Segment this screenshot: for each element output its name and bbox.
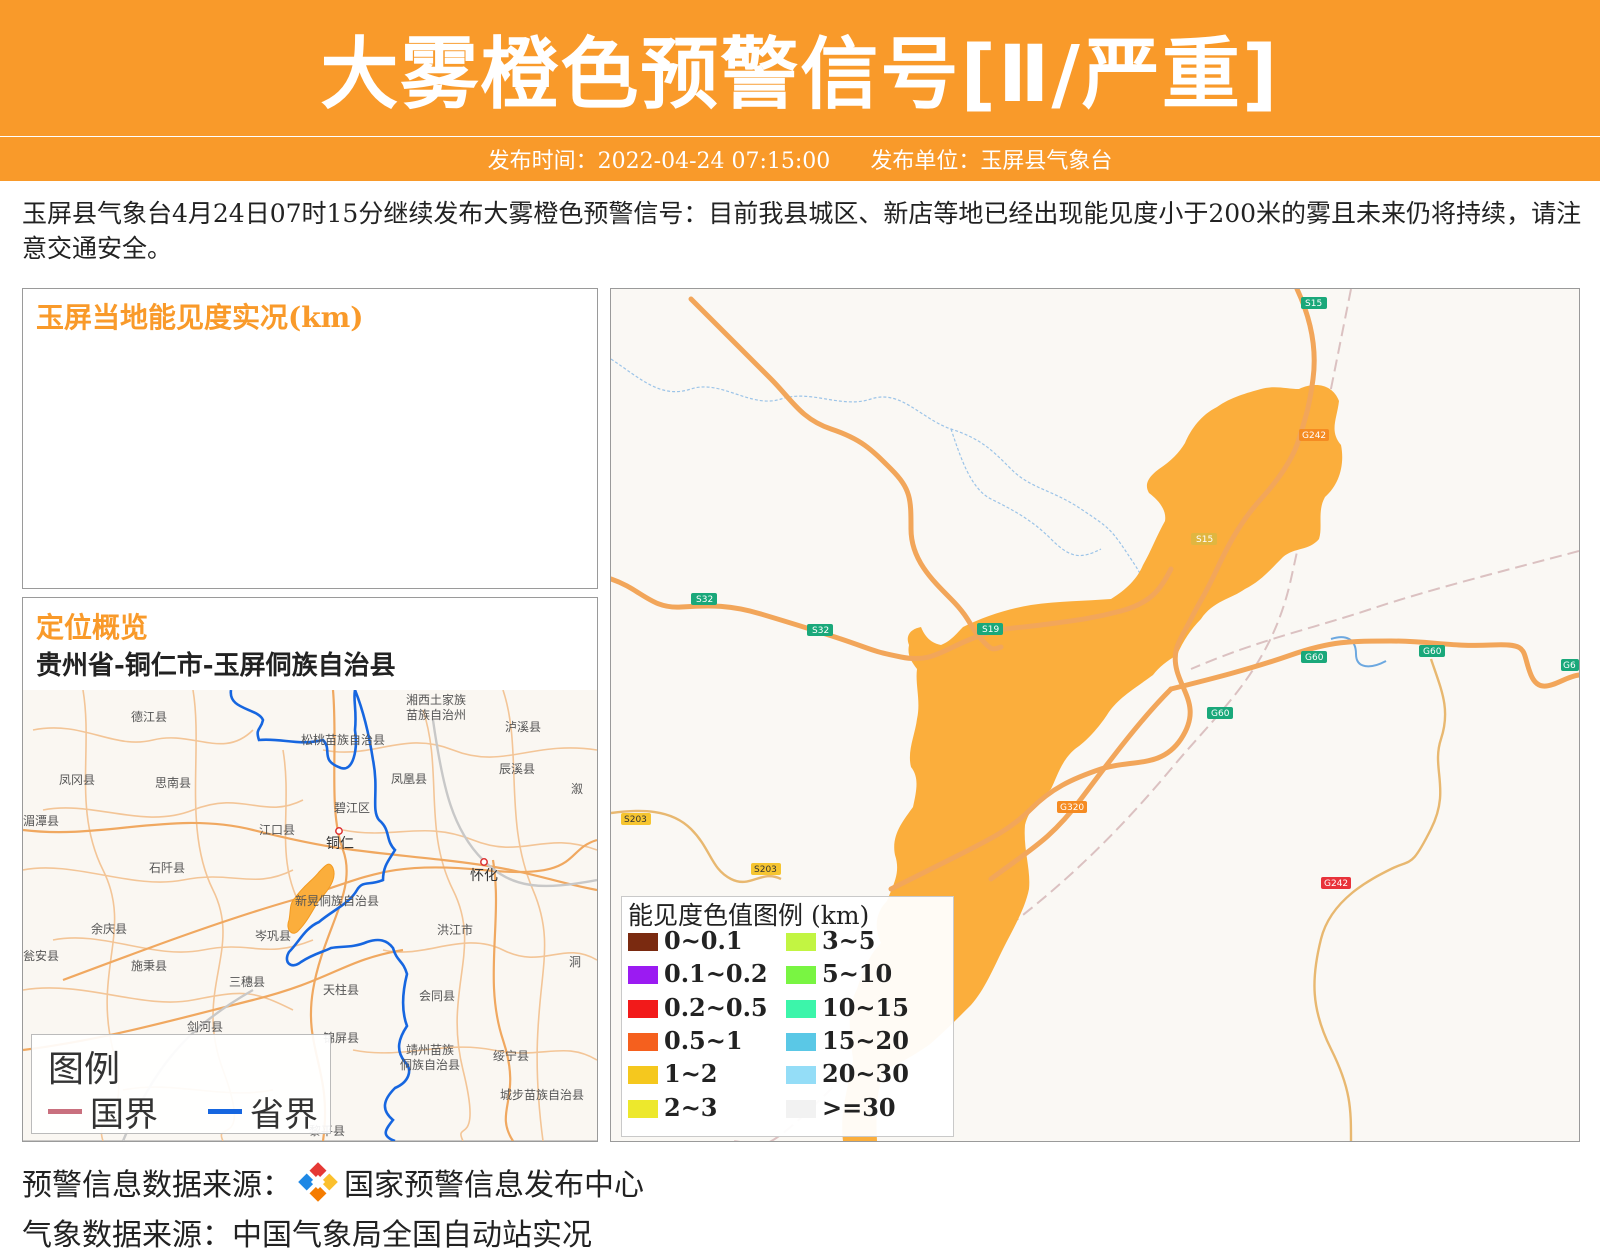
legend-label: 0.5~1 xyxy=(664,1025,743,1055)
tongren-city-marker[interactable] xyxy=(335,827,343,835)
label-cengong: 岑巩县 xyxy=(255,929,291,943)
legend-label: 5~10 xyxy=(822,959,893,989)
label-chengbu: 城步苗族自治县 xyxy=(500,1088,584,1102)
legend-swatch xyxy=(786,933,816,951)
provincial-border-label: 省界 xyxy=(250,1095,318,1135)
shield-s15-mid: S15 xyxy=(1196,535,1213,545)
shield-g60-a: G60 xyxy=(1305,653,1324,663)
warning-title: 大雾橙色预警信号[Ⅱ/严重] xyxy=(320,30,1280,120)
location-name: 贵州省-铜仁市-玉屏侗族自治县 xyxy=(36,651,396,681)
label-fenggang: 凤冈县 xyxy=(59,773,95,787)
shield-s15-top: S15 xyxy=(1305,299,1322,309)
publish-info-bar: 发布时间：2022-04-24 07:15:00 发布单位：玉屏县气象台 xyxy=(0,137,1600,181)
legend-swatch xyxy=(628,1032,658,1051)
warning-source-label: 预警信息数据来源： xyxy=(22,1168,292,1203)
label-huaihua: 怀化 xyxy=(470,868,498,884)
warning-description: 玉屏县气象台4月24日07时15分继续发布大雾橙色预警信号：目前我县城区、新店等… xyxy=(22,199,1582,263)
legend-swatch xyxy=(628,1066,658,1085)
legend-swatch xyxy=(628,999,658,1018)
shield-s203-a: S203 xyxy=(624,815,647,825)
header-banner: 大雾橙色预警信号[Ⅱ/严重] xyxy=(0,0,1600,136)
legend-swatch xyxy=(786,1099,816,1118)
label-tongren: 铜仁 xyxy=(326,836,354,852)
legend-swatch xyxy=(786,999,816,1018)
legend-label: 3~5 xyxy=(822,926,876,955)
legend-swatch xyxy=(628,1099,658,1118)
shield-s19: S19 xyxy=(982,625,999,635)
label-dejiang: 德江县 xyxy=(131,709,167,724)
legend-label: 15~20 xyxy=(822,1025,909,1055)
map-legend-title: 图例 xyxy=(48,1049,121,1090)
label-songtao: 松桃苗族自治县 xyxy=(301,732,385,747)
legend-label: >=30 xyxy=(822,1092,896,1122)
legend-swatch xyxy=(628,966,658,985)
label-dong: 洞 xyxy=(569,955,581,969)
legend-label: 1~2 xyxy=(664,1059,718,1089)
legend-label: 0.2~0.5 xyxy=(664,992,768,1022)
warning-center-logo-icon xyxy=(298,1162,338,1202)
label-tianzhu: 天柱县 xyxy=(323,982,359,997)
label-xiangxi: 湘西土家族 xyxy=(406,692,466,707)
national-border-label: 国界 xyxy=(90,1095,158,1135)
weather-source: 气象数据来源：中国气象局全国自动站实况 xyxy=(22,1218,592,1253)
label-shibing: 施秉县 xyxy=(131,959,167,973)
huaihua-city-marker[interactable] xyxy=(480,858,488,866)
legend-label: 0~0.1 xyxy=(664,926,743,955)
legend-swatch xyxy=(786,1032,816,1051)
label-jingzhou-2: 侗族自治县 xyxy=(400,1058,460,1072)
shield-g60-c: G60 xyxy=(1211,709,1230,719)
publish-time: 发布时间：2022-04-24 07:15:00 xyxy=(487,149,831,174)
label-sinan: 思南县 xyxy=(155,775,191,790)
label-yuqing: 余庆县 xyxy=(91,921,127,936)
label-chenxi: 辰溪县 xyxy=(499,762,535,776)
label-huitong: 会同县 xyxy=(419,989,455,1003)
label-jianhe: 剑河县 xyxy=(187,1019,223,1034)
legend-swatch xyxy=(786,966,816,985)
label-shiqian: 石阡县 xyxy=(149,860,185,875)
legend-swatch xyxy=(786,1066,816,1085)
label-meitan: 湄潭县 xyxy=(23,814,59,828)
shield-g6-edge: G6 xyxy=(1563,661,1576,671)
legend-label: 2~3 xyxy=(664,1092,718,1122)
legend-label: 0.1~0.2 xyxy=(664,959,768,989)
label-bijiang: 碧江区 xyxy=(334,801,370,815)
visibility-panel-title: 玉屏当地能见度实况(km) xyxy=(36,301,364,334)
national-border-swatch xyxy=(48,1109,82,1114)
location-panel-title: 定位概览 xyxy=(36,611,149,644)
label-suining: 绥宁县 xyxy=(493,1048,529,1063)
provincial-border-swatch xyxy=(208,1109,242,1114)
label-wengan: 瓮安县 xyxy=(23,948,59,963)
shield-s32-a: S32 xyxy=(696,595,713,605)
publish-unit: 发布单位：玉屏县气象台 xyxy=(870,149,1113,174)
shield-s32-b: S32 xyxy=(812,626,829,636)
shield-g242-bottom: G242 xyxy=(1324,879,1348,889)
label-xu: 溆 xyxy=(571,782,583,796)
legend-label: 20~30 xyxy=(822,1059,909,1089)
label-sansui: 三穗县 xyxy=(229,975,265,989)
shield-s203-b: S203 xyxy=(754,865,777,875)
label-jingzhou: 靖州苗族 xyxy=(406,1043,454,1057)
label-xiangxi-2: 苗族自治州 xyxy=(406,708,466,722)
legend-label: 10~15 xyxy=(822,992,909,1022)
warning-source: 预警信息数据来源： 国家预警信息发布中心 xyxy=(22,1160,644,1204)
label-luxi: 泸溪县 xyxy=(505,720,541,734)
label-fenghuang: 凤凰县 xyxy=(391,772,427,786)
label-xinhuang: 新晃侗族自治县 xyxy=(295,893,379,908)
warning-source-name: 国家预警信息发布中心 xyxy=(344,1168,644,1203)
shield-g320: G320 xyxy=(1060,803,1084,813)
shield-g242-top: G242 xyxy=(1302,431,1326,441)
shield-g60-b: G60 xyxy=(1423,647,1442,657)
label-jiangkou: 江口县 xyxy=(259,823,295,837)
legend-swatch xyxy=(628,933,658,951)
label-hongjiang: 洪江市 xyxy=(437,922,473,937)
